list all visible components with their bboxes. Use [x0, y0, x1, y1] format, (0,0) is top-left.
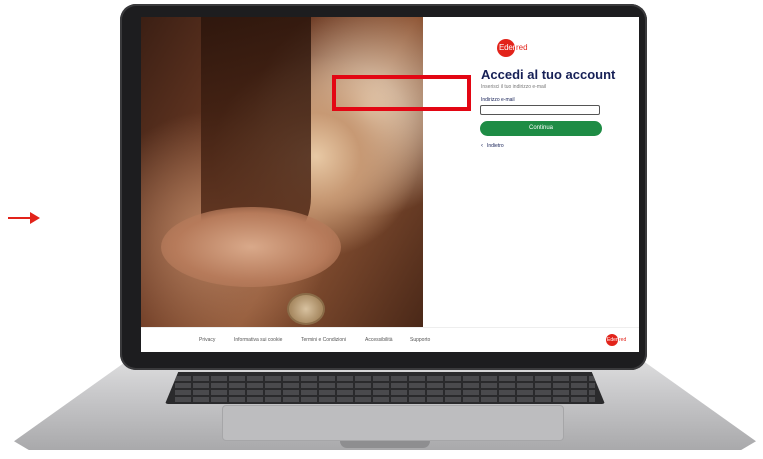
laptop-keyboard [165, 372, 605, 404]
back-link[interactable]: ‹ Indietro [481, 143, 504, 149]
footer-link-accessibility[interactable]: Accessibilità [365, 337, 393, 343]
page-title: Accedi al tuo account [481, 67, 616, 82]
laptop-trackpad [222, 405, 564, 441]
email-field-highlight [332, 75, 471, 111]
footer-link-privacy[interactable]: Privacy [199, 337, 215, 343]
edenred-logo: Eden red [497, 39, 531, 57]
email-label: Indirizzo e-mail [481, 97, 515, 103]
back-link-label: Indietro [487, 143, 504, 149]
footer-edenred-logo: Eden red [606, 334, 632, 346]
hero-photo [141, 17, 423, 327]
pointer-arrow-icon [8, 212, 40, 224]
continue-button[interactable]: Continua [480, 121, 602, 136]
chevron-left-icon: ‹ [481, 143, 483, 149]
laptop-notch [340, 441, 430, 448]
login-panel: Eden red Accedi al tuo account Inserisci … [423, 17, 639, 327]
page-subtitle: Inserisci il tuo indirizzo e-mail [481, 84, 547, 90]
footer-link-support[interactable]: Supporto [410, 337, 430, 343]
footer: Privacy Informativa sui cookie Termini e… [141, 327, 639, 352]
email-field[interactable] [480, 105, 600, 115]
footer-link-cookie[interactable]: Informativa sui cookie [234, 337, 282, 343]
footer-link-terms[interactable]: Termini e Condizioni [301, 337, 346, 343]
laptop-screen: Eden red Accedi al tuo account Inserisci … [141, 17, 639, 352]
watch-image [287, 293, 325, 325]
